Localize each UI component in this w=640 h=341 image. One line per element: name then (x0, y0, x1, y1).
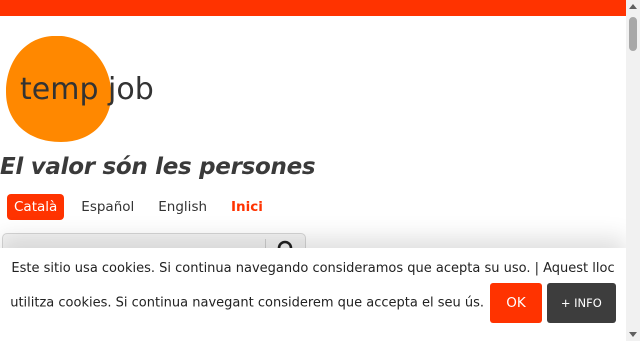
language-switcher: Català Español English Inici (7, 194, 280, 220)
cookie-info-button[interactable]: + INFO (546, 283, 616, 323)
scrollbar-thumb[interactable] (629, 17, 637, 51)
cookie-banner: Este sitio usa cookies. Si continua nave… (0, 248, 626, 341)
vertical-scrollbar[interactable] (626, 0, 640, 341)
logo-text-job: job (107, 72, 154, 107)
scroll-down-arrow-icon[interactable] (629, 332, 637, 337)
top-accent-bar (0, 0, 626, 16)
lang-espanol[interactable]: Español (74, 194, 141, 220)
cookie-ok-button[interactable]: OK (490, 283, 542, 323)
tempjob-logo: temp job (6, 36, 154, 142)
home-link[interactable]: Inici (224, 194, 270, 220)
scroll-up-arrow-icon[interactable] (629, 4, 637, 9)
lang-english[interactable]: English (151, 194, 214, 220)
page-tagline: El valor són les persones (0, 154, 316, 180)
logo-text-temp: temp (20, 72, 99, 107)
page-content: temp job El valor són les persones Catal… (0, 16, 626, 341)
lang-catala[interactable]: Català (7, 194, 65, 220)
